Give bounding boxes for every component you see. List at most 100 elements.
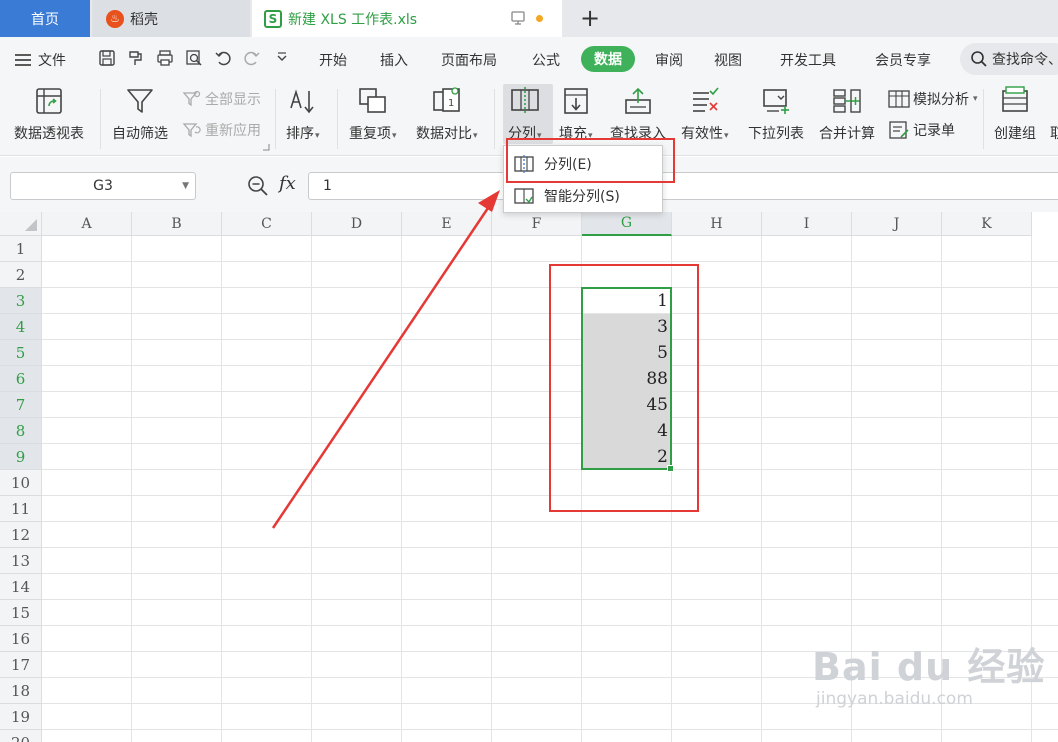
tab-daoke-label: 稻壳 <box>130 11 158 28</box>
command-search-input[interactable]: 查找命令、 <box>960 43 1058 75</box>
tab-daoke[interactable]: ♨ 稻壳 <box>92 0 250 37</box>
row-header-1[interactable]: 1 <box>0 236 42 262</box>
record-form-label: 记录单 <box>913 123 955 139</box>
monitor-icon[interactable] <box>510 10 526 26</box>
tab-home[interactable]: 首页 <box>0 0 90 37</box>
row-header-5[interactable]: 5 <box>0 340 42 366</box>
customize-toolbar-icon[interactable] <box>272 48 292 68</box>
menu-view[interactable]: 视图 <box>714 50 742 70</box>
consolidate-label: 合并计算 <box>819 126 875 142</box>
redo-icon[interactable] <box>242 48 262 68</box>
row-header-8[interactable]: 8 <box>0 418 42 444</box>
annotation-box-split-item <box>506 138 675 183</box>
simulate-analysis-icon <box>888 90 910 108</box>
menu-file[interactable]: 文件 <box>14 50 66 70</box>
row-header-14[interactable]: 14 <box>0 574 42 600</box>
name-box[interactable]: G3 ▼ <box>10 172 196 200</box>
gridline <box>42 729 1058 730</box>
split-column-icon <box>509 85 541 117</box>
validity-icon <box>689 85 721 117</box>
row-header-2[interactable]: 2 <box>0 262 42 288</box>
gridline <box>42 261 1058 262</box>
column-header-h[interactable]: H <box>672 212 762 236</box>
column-header-g[interactable]: G <box>582 212 672 236</box>
gridline <box>311 236 312 742</box>
row-header-17[interactable]: 17 <box>0 652 42 678</box>
gridline <box>42 625 1058 626</box>
menu-start[interactable]: 开始 <box>319 50 347 70</box>
print-icon[interactable] <box>155 48 175 68</box>
tab-document[interactable]: S 新建 XLS 工作表.xls <box>252 0 562 37</box>
search-icon <box>971 51 987 67</box>
gridline <box>761 236 762 742</box>
column-header-j[interactable]: J <box>852 212 942 236</box>
menu-data-label: 数据 <box>594 52 622 68</box>
undo-icon[interactable] <box>213 48 233 68</box>
menu-page-layout[interactable]: 页面布局 <box>441 50 497 70</box>
create-group-button[interactable]: 创建组 <box>994 85 1036 143</box>
print-preview-icon[interactable] <box>184 48 204 68</box>
format-painter-icon[interactable] <box>125 48 145 68</box>
row-header-3[interactable]: 3 <box>0 288 42 314</box>
validity-button[interactable]: 有效性▾ <box>681 85 729 143</box>
daoke-logo-icon: ♨ <box>106 9 124 28</box>
simulate-analysis-button[interactable]: 模拟分析 ▾ <box>888 89 978 109</box>
row-header-19[interactable]: 19 <box>0 704 42 730</box>
wps-spreadsheet-window: 首页 ♨ 稻壳 S 新建 XLS 工作表.xls + 文件 开始 插入 页面布局… <box>0 0 1058 742</box>
zoom-search-icon[interactable] <box>247 175 269 197</box>
tab-home-label: 首页 <box>31 11 59 28</box>
row-header-16[interactable]: 16 <box>0 626 42 652</box>
menu-item-smart-split[interactable]: 智能分列(S) <box>504 180 662 212</box>
row-header-11[interactable]: 11 <box>0 496 42 522</box>
gridline <box>401 236 402 742</box>
row-header-13[interactable]: 13 <box>0 548 42 574</box>
menu-formula[interactable]: 公式 <box>532 50 560 70</box>
tab-document-label: 新建 XLS 工作表.xls <box>288 11 418 28</box>
column-header-a[interactable]: A <box>42 212 132 236</box>
row-header-18[interactable]: 18 <box>0 678 42 704</box>
column-header-d[interactable]: D <box>312 212 402 236</box>
column-header-b[interactable]: B <box>132 212 222 236</box>
baidu-watermark: Bai du 经验 jingyan.baidu.com <box>812 636 1045 709</box>
record-form-icon <box>889 121 909 139</box>
save-icon[interactable] <box>97 48 117 68</box>
dropdown-list-icon <box>760 85 792 117</box>
menu-member[interactable]: 会员专享 <box>875 50 931 70</box>
fill-button[interactable]: 填充▾ <box>559 85 593 143</box>
gridline <box>42 599 1058 600</box>
function-icon[interactable]: fx <box>279 173 296 194</box>
formula-input[interactable]: 1 <box>308 172 1058 200</box>
dropdown-list-button[interactable]: 下拉列表 <box>748 85 804 143</box>
menu-bar: 文件 开始 插入 页面布局 公式 审阅 视图 开发工具 会员专享 <box>0 37 1058 81</box>
row-header-10[interactable]: 10 <box>0 470 42 496</box>
menu-data-active[interactable]: 数据 <box>581 46 635 72</box>
column-header-f[interactable]: F <box>492 212 582 236</box>
column-header-c[interactable]: C <box>222 212 312 236</box>
menu-insert[interactable]: 插入 <box>380 50 408 70</box>
lookup-input-button[interactable]: 查找录入 <box>610 85 666 143</box>
new-tab-plus-icon[interactable]: + <box>580 4 600 32</box>
select-all-corner[interactable] <box>0 212 42 236</box>
row-header-9[interactable]: 9 <box>0 444 42 470</box>
cell-reference: G3 <box>93 178 113 194</box>
column-header-k[interactable]: K <box>942 212 1032 236</box>
consolidate-button[interactable]: 合并计算 <box>819 85 875 143</box>
menu-review[interactable]: 审阅 <box>655 50 683 70</box>
row-header-6[interactable]: 6 <box>0 366 42 392</box>
chevron-down-icon[interactable]: ▼ <box>182 181 189 191</box>
record-form-button[interactable]: 记录单 <box>888 120 955 140</box>
menu-item-smart-split-label: 智能分列(S) <box>544 189 620 205</box>
row-header-7[interactable]: 7 <box>0 392 42 418</box>
column-header-e[interactable]: E <box>402 212 492 236</box>
watermark-url: jingyan.baidu.com <box>816 689 973 709</box>
column-header-i[interactable]: I <box>762 212 852 236</box>
fill-icon <box>560 85 592 117</box>
row-header-20[interactable]: 20 <box>0 730 42 742</box>
ungroup-truncated-label[interactable]: 取 <box>1050 123 1058 143</box>
split-column-button[interactable]: 分列▾ <box>508 85 542 143</box>
smart-split-icon <box>514 188 534 204</box>
menu-developer[interactable]: 开发工具 <box>780 50 836 70</box>
row-header-12[interactable]: 12 <box>0 522 42 548</box>
row-header-4[interactable]: 4 <box>0 314 42 340</box>
row-header-15[interactable]: 15 <box>0 600 42 626</box>
